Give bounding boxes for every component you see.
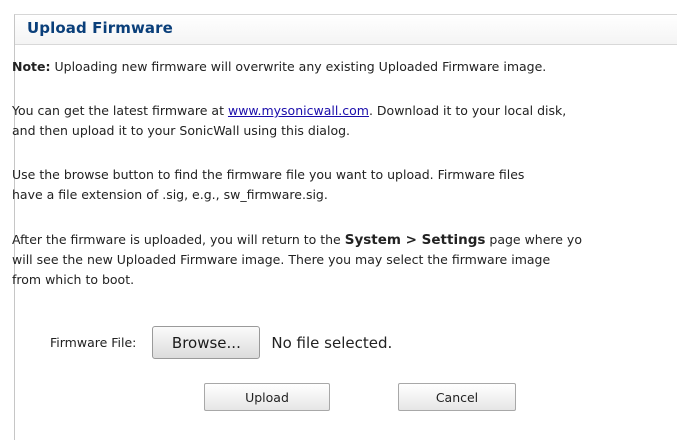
- latest-firmware-text-post: . Download it to your local disk,: [368, 103, 567, 118]
- upload-firmware-dialog: Upload Firmware: [14, 14, 677, 440]
- mysonicwall-link[interactable]: www.mysonicwall.com: [228, 103, 369, 118]
- latest-firmware-text-pre: You can get the latest firmware at: [12, 103, 228, 118]
- after-upload-line-3: from which to boot.: [12, 272, 135, 287]
- latest-firmware-line-2: and then upload it to your SonicWall usi…: [12, 123, 351, 138]
- file-selection-status: No file selected.: [271, 333, 393, 352]
- note-paragraph: Note: Uploading new firmware will overwr…: [12, 57, 672, 77]
- system-settings-reference: System > Settings: [344, 232, 486, 248]
- latest-firmware-line-1: You can get the latest firmware at www.m…: [12, 101, 672, 121]
- latest-firmware-paragraph: You can get the latest firmware at www.m…: [12, 101, 672, 141]
- dialog-titlebar: Upload Firmware: [15, 15, 677, 45]
- note-label: Note:: [12, 59, 51, 74]
- note-text: Uploading new firmware will overwrite an…: [50, 59, 547, 74]
- dialog-title: Upload Firmware: [27, 19, 173, 37]
- browse-instructions-line-2: have a file extension of .sig, e.g., sw_…: [12, 187, 328, 202]
- browse-button[interactable]: Browse...: [152, 326, 261, 359]
- firmware-file-label: Firmware File:: [50, 335, 137, 350]
- after-upload-line-2: will see the new Uploaded Firmware image…: [12, 252, 551, 267]
- cancel-button[interactable]: Cancel: [398, 383, 516, 411]
- after-upload-paragraph: After the firmware is uploaded, you will…: [12, 230, 672, 290]
- browse-instructions-paragraph: Use the browse button to find the firmwa…: [12, 165, 672, 205]
- upload-button[interactable]: Upload: [204, 383, 330, 411]
- after-upload-text-pre: After the firmware is uploaded, you will…: [12, 232, 345, 247]
- firmware-file-row: Firmware File: Browse... No file selecte…: [50, 326, 392, 359]
- after-upload-line-1: After the firmware is uploaded, you will…: [12, 230, 672, 250]
- after-upload-text-post: page where yo: [485, 232, 582, 247]
- browse-instructions-line-1: Use the browse button to find the firmwa…: [12, 167, 525, 182]
